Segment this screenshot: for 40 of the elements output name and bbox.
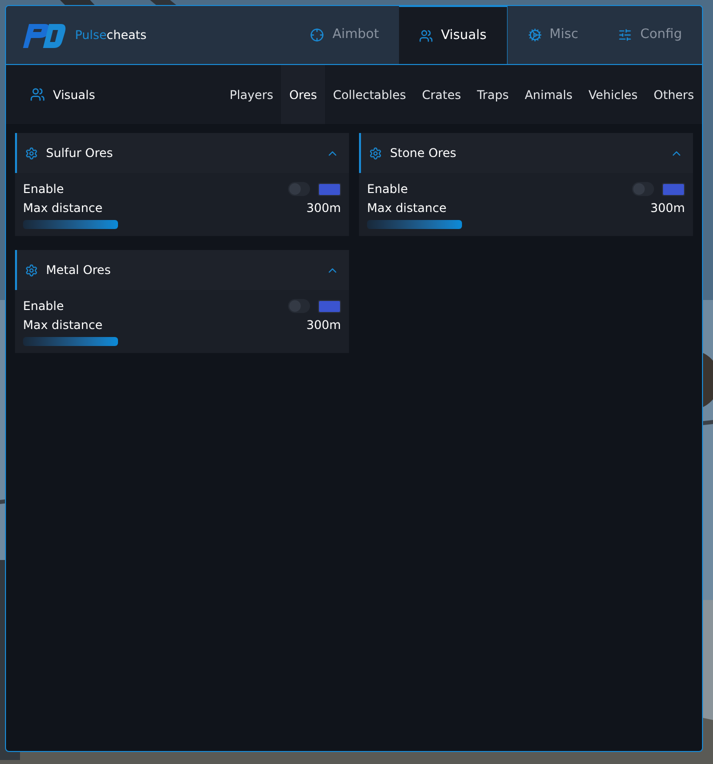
sub-tab[interactable]: Collectables (324, 65, 414, 124)
users-icon (418, 28, 433, 42)
option-label: Max distance (23, 200, 102, 216)
brand-name: Pulsecheats (75, 27, 147, 44)
option-label: Max distance (367, 200, 446, 216)
settings-icon (25, 264, 38, 276)
gear-icon (528, 28, 542, 42)
nav-tab[interactable]: Aimbot (290, 6, 399, 64)
toggle-switch[interactable] (288, 182, 310, 196)
sub-tab[interactable]: Players (222, 65, 282, 124)
users-icon (30, 87, 45, 102)
sub-tab[interactable]: Others (646, 65, 702, 124)
nav-tab[interactable]: Visuals (398, 6, 508, 64)
nav-tab[interactable]: Config (598, 6, 702, 64)
distance-reading: 300m (306, 200, 341, 216)
color-swatch[interactable] (318, 182, 341, 196)
card-title: Sulfur Ores (46, 145, 113, 162)
sliders-icon (618, 28, 632, 42)
color-swatch[interactable] (318, 300, 341, 312)
settings-icon (25, 146, 38, 160)
crosshair-icon (310, 28, 324, 42)
settings-icon (369, 146, 382, 160)
sub-tab[interactable]: Vehicles (580, 65, 646, 124)
nav-tab[interactable]: Misc (508, 6, 598, 64)
distance-reading: 300m (650, 200, 685, 216)
sub-tab[interactable]: Ores (281, 65, 325, 124)
toggle-switch[interactable] (288, 299, 310, 313)
card-title: Metal Ores (46, 262, 111, 279)
section-title: Visuals (53, 86, 96, 104)
sub-tab[interactable]: Animals (516, 65, 580, 124)
option-label: Enable (367, 181, 408, 198)
card-title: Stone Ores (390, 145, 456, 162)
sub-tab[interactable]: Crates (414, 65, 469, 124)
option-label: Max distance (23, 316, 102, 334)
option-label: Enable (23, 298, 64, 315)
color-swatch[interactable] (662, 182, 685, 196)
distance-reading: 300m (306, 316, 341, 334)
option-label: Enable (23, 181, 64, 198)
toggle-switch[interactable] (632, 182, 654, 196)
sub-tab[interactable]: Traps (468, 65, 517, 124)
